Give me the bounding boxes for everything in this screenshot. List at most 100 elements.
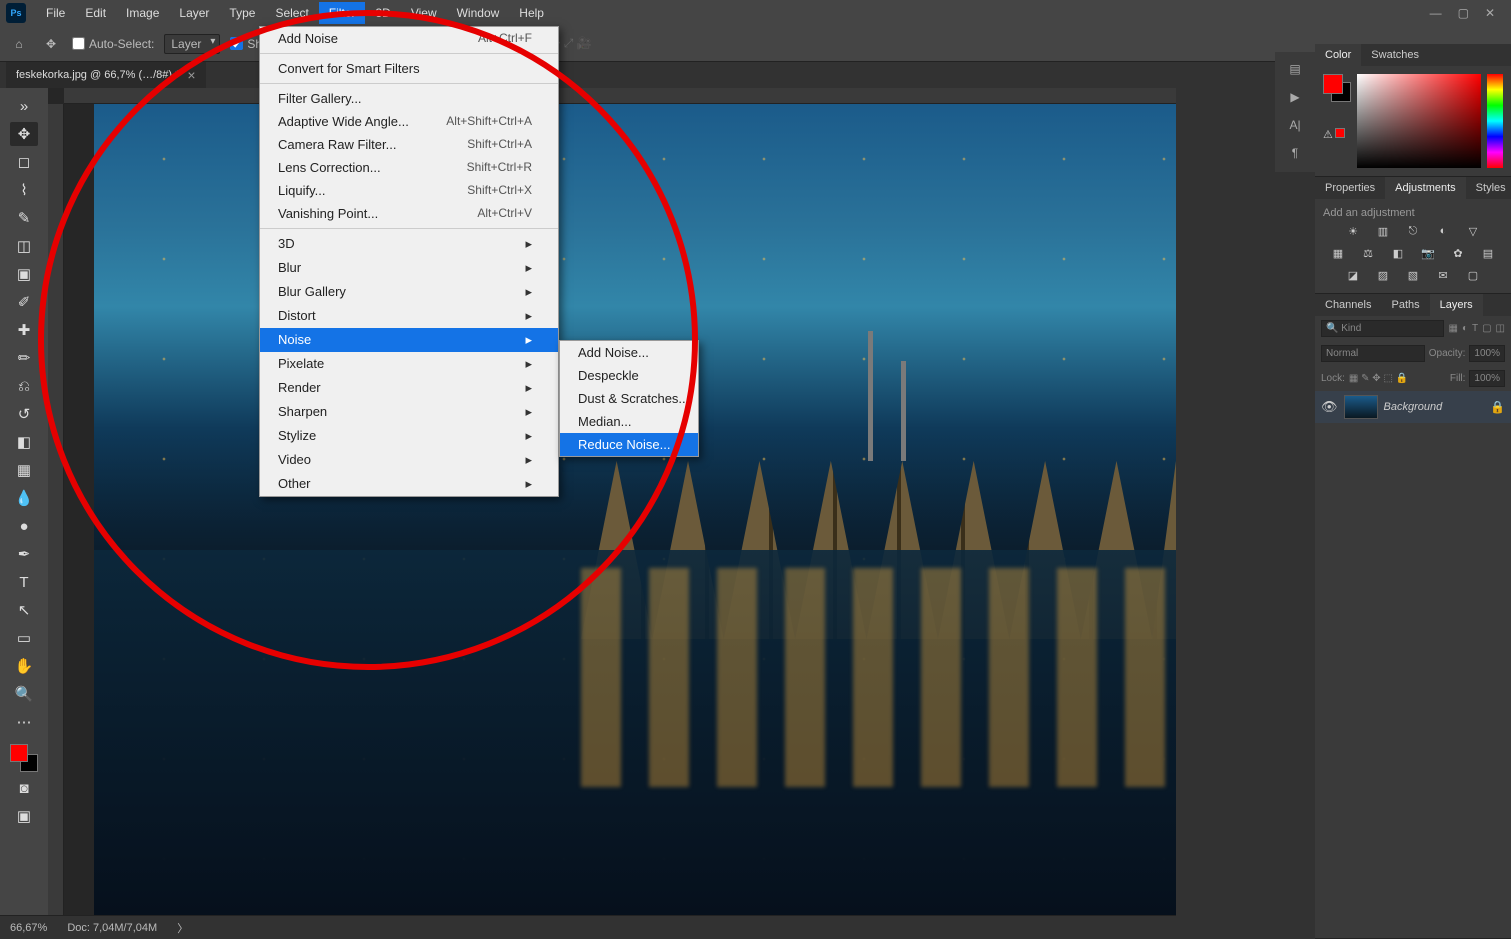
menu-edit[interactable]: Edit [75, 2, 116, 24]
char-panel-icon[interactable]: A| [1289, 118, 1300, 132]
selective-color-icon[interactable]: ▢ [1464, 269, 1482, 285]
screen-mode-icon[interactable]: ▣ [10, 804, 38, 828]
hue-strip[interactable] [1487, 74, 1503, 168]
lasso-tool[interactable]: ⌇ [10, 178, 38, 202]
close-window-button[interactable]: ✕ [1485, 6, 1495, 20]
horizontal-ruler[interactable] [64, 88, 1176, 104]
layer-row-background[interactable]: 👁 Background 🔒 [1315, 391, 1511, 423]
frame-tool[interactable]: ▣ [10, 262, 38, 286]
bw-icon[interactable]: ◧ [1389, 247, 1407, 263]
tab-swatches[interactable]: Swatches [1361, 44, 1429, 66]
marquee-tool[interactable]: ◻ [10, 150, 38, 174]
paragraph-panel-icon[interactable]: ¶ [1292, 146, 1298, 160]
opacity-field[interactable]: 100% [1469, 345, 1505, 362]
home-icon[interactable]: ⌂ [8, 33, 30, 55]
color-balance-icon[interactable]: ⚖ [1359, 247, 1377, 263]
menu-filter[interactable]: Filter [319, 2, 366, 24]
layer-name[interactable]: Background [1384, 401, 1485, 413]
menu-item[interactable]: Camera Raw Filter...Shift+Ctrl+A [260, 133, 558, 156]
shape-tool[interactable]: ▭ [10, 626, 38, 650]
channel-mixer-icon[interactable]: ✿ [1449, 247, 1467, 263]
tab-adjustments[interactable]: Adjustments [1385, 177, 1466, 199]
blend-mode-dropdown[interactable]: Normal [1321, 345, 1425, 362]
move-tool[interactable]: ✥ [10, 122, 38, 146]
filter-shape-icon[interactable]: ▢ [1482, 323, 1491, 334]
lock-icons[interactable]: ▦ ✎ ✥ ⬚ 🔒 [1349, 373, 1408, 384]
menu-convert-smart[interactable]: Convert for Smart Filters [260, 57, 558, 80]
gradient-map-icon[interactable]: ✉ [1434, 269, 1452, 285]
submenu-item[interactable]: Add Noise... [560, 341, 698, 364]
visibility-icon[interactable]: 👁 [1321, 399, 1338, 415]
document-tab[interactable]: feskekorka.jpg @ 66,7% (…/8#) * × [6, 62, 206, 88]
menu-item-other[interactable]: Other▸ [260, 472, 558, 496]
history-panel-icon[interactable]: ▤ [1289, 62, 1300, 76]
play-icon[interactable]: ▶ [1290, 90, 1299, 104]
tab-channels[interactable]: Channels [1315, 294, 1381, 316]
tab-paths[interactable]: Paths [1381, 294, 1429, 316]
tab-styles[interactable]: Styles [1466, 177, 1511, 199]
submenu-item[interactable]: Dust & Scratches... [560, 387, 698, 410]
pen-tool[interactable]: ✒ [10, 542, 38, 566]
menu-item-sharpen[interactable]: Sharpen▸ [260, 400, 558, 424]
crop-tool[interactable]: ◫ [10, 234, 38, 258]
filter-type-icon[interactable]: T [1472, 323, 1478, 334]
filter-adjust-icon[interactable]: ◐ [1462, 323, 1468, 334]
tab-color[interactable]: Color [1315, 44, 1361, 66]
document-canvas[interactable] [94, 104, 1176, 915]
fg-bg-color-swatch[interactable] [10, 744, 38, 772]
eyedropper-tool[interactable]: ✐ [10, 290, 38, 314]
menu-item-render[interactable]: Render▸ [260, 376, 558, 400]
zoom-level[interactable]: 66,67% [10, 922, 47, 934]
menu-layer[interactable]: Layer [169, 2, 219, 24]
edit-toolbar-icon[interactable]: ⋯ [10, 710, 38, 734]
auto-select-checkbox[interactable]: Auto-Select: [72, 37, 154, 51]
submenu-item[interactable]: Despeckle [560, 364, 698, 387]
menu-item[interactable]: Liquify...Shift+Ctrl+X [260, 179, 558, 202]
healing-tool[interactable]: ✚ [10, 318, 38, 342]
menu-3d[interactable]: 3D [365, 2, 400, 24]
path-select-tool[interactable]: ↖ [10, 598, 38, 622]
menu-type[interactable]: Type [219, 2, 265, 24]
quick-mask-icon[interactable]: ◙ [10, 776, 38, 800]
levels-icon[interactable]: ▥ [1374, 225, 1392, 241]
color-field[interactable] [1357, 74, 1481, 168]
tab-layers[interactable]: Layers [1430, 294, 1483, 316]
gradient-tool[interactable]: ▦ [10, 458, 38, 482]
threshold-icon[interactable]: ▧ [1404, 269, 1422, 285]
brush-tool[interactable]: ✏ [10, 346, 38, 370]
menu-item-video[interactable]: Video▸ [260, 448, 558, 472]
toolbox-collapse-icon[interactable]: » [10, 94, 38, 118]
vibrance-icon[interactable]: ▽ [1464, 225, 1482, 241]
posterize-icon[interactable]: ▨ [1374, 269, 1392, 285]
status-arrow-icon[interactable]: 〉 [177, 920, 188, 936]
quick-select-tool[interactable]: ✎ [10, 206, 38, 230]
menu-item[interactable]: Filter Gallery... [260, 87, 558, 110]
filter-pixel-icon[interactable]: ▦ [1448, 323, 1457, 334]
history-brush-tool[interactable]: ↺ [10, 402, 38, 426]
menu-view[interactable]: View [401, 2, 447, 24]
menu-item-distort[interactable]: Distort▸ [260, 304, 558, 328]
close-tab-icon[interactable]: × [187, 67, 195, 83]
photo-filter-icon[interactable]: 📷 [1419, 247, 1437, 263]
menu-item-blur[interactable]: Blur▸ [260, 256, 558, 280]
vertical-ruler[interactable] [48, 104, 64, 915]
submenu-item[interactable]: Median... [560, 410, 698, 433]
tab-properties[interactable]: Properties [1315, 177, 1385, 199]
menu-item-blur-gallery[interactable]: Blur Gallery▸ [260, 280, 558, 304]
menu-item[interactable]: Adaptive Wide Angle...Alt+Shift+Ctrl+A [260, 110, 558, 133]
hue-icon[interactable]: ▦ [1329, 247, 1347, 263]
type-tool[interactable]: T [10, 570, 38, 594]
menu-image[interactable]: Image [116, 2, 169, 24]
menu-select[interactable]: Select [265, 2, 318, 24]
zoom-tool[interactable]: 🔍 [10, 682, 38, 706]
menu-item-stylize[interactable]: Stylize▸ [260, 424, 558, 448]
menu-item[interactable]: Lens Correction...Shift+Ctrl+R [260, 156, 558, 179]
menu-window[interactable]: Window [447, 2, 510, 24]
menu-recent-filter[interactable]: Add NoiseAlt+Ctrl+F [260, 27, 558, 50]
color-fg-bg-swatch[interactable] [1323, 74, 1351, 102]
filter-smart-icon[interactable]: ◫ [1496, 323, 1505, 334]
minimize-button[interactable]: — [1430, 6, 1442, 20]
brightness-icon[interactable]: ☀ [1344, 225, 1362, 241]
menu-item-pixelate[interactable]: Pixelate▸ [260, 352, 558, 376]
dodge-tool[interactable]: ● [10, 514, 38, 538]
